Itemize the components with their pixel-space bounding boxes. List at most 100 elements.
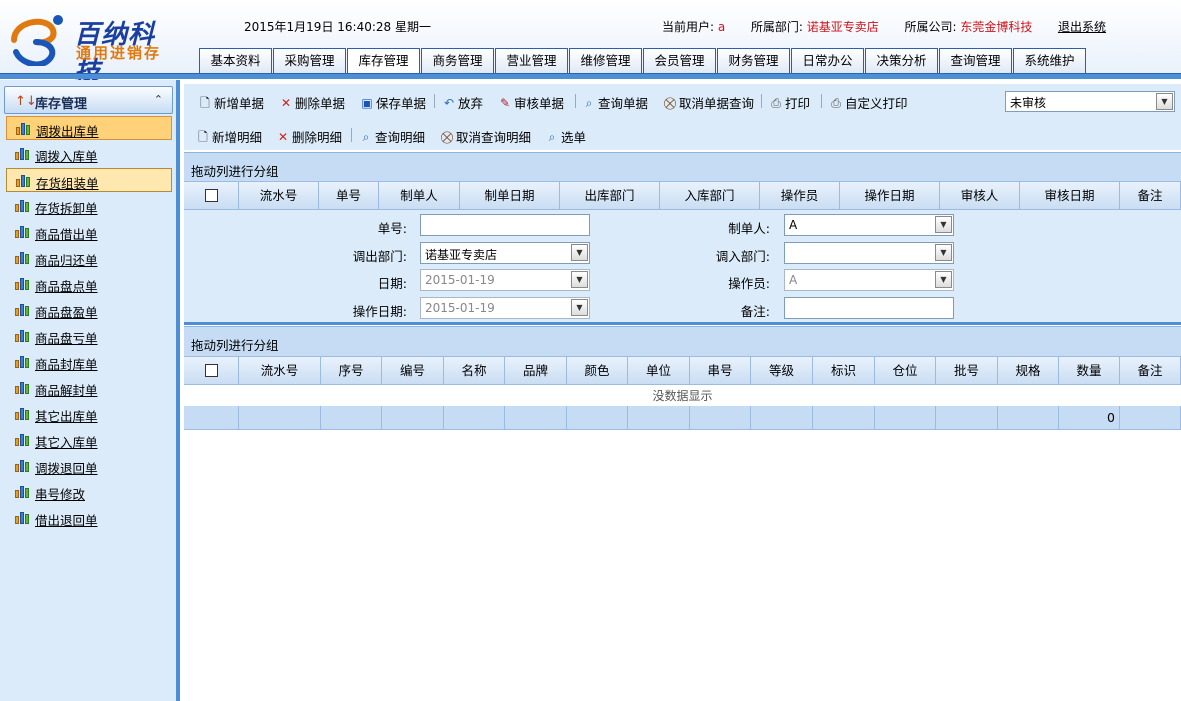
sidebar-item-13[interactable]: 调拨退回单 bbox=[6, 454, 172, 478]
header-col-9[interactable]: 审核日期 bbox=[1020, 182, 1120, 209]
detail-col-2[interactable]: 编号 bbox=[382, 357, 444, 384]
header-col-8[interactable]: 审核人 bbox=[940, 182, 1020, 209]
sidebar-item-15[interactable]: 借出退回单 bbox=[6, 506, 172, 530]
nav-tab-1[interactable]: 采购管理 bbox=[273, 48, 346, 73]
detail-col-8[interactable]: 等级 bbox=[751, 357, 813, 384]
sidebar-item-0[interactable]: 调拨出库单 bbox=[6, 116, 172, 140]
chevron-down-icon[interactable]: ▼ bbox=[571, 244, 588, 261]
cancel-query-button[interactable]: ⛒ 取消单据查询 bbox=[663, 93, 754, 112]
custom-print-button[interactable]: ⎙ 自定义打印 bbox=[829, 93, 907, 112]
nav-tab-2[interactable]: 库存管理 bbox=[347, 48, 420, 74]
cancel-query-icon: ⛒ bbox=[663, 95, 677, 110]
sidebar-header[interactable]: ↑↓ 库存管理 ⌃ bbox=[4, 86, 173, 114]
nav-tab-8[interactable]: 日常办公 bbox=[791, 48, 864, 73]
summary-cell bbox=[936, 406, 998, 429]
header-col-10[interactable]: 备注 bbox=[1120, 182, 1181, 209]
header-col-6[interactable]: 操作员 bbox=[760, 182, 840, 209]
nav-tab-11[interactable]: 系统维护 bbox=[1013, 48, 1086, 73]
nav-tab-10[interactable]: 查询管理 bbox=[939, 48, 1012, 73]
detail-col-10[interactable]: 仓位 bbox=[875, 357, 936, 384]
sidebar-item-8[interactable]: 商品盘亏单 bbox=[6, 324, 172, 348]
out-dept-select[interactable]: 诺基亚专卖店 ▼ bbox=[420, 242, 590, 264]
save-document-button[interactable]: ▣ 保存单据 bbox=[360, 93, 426, 112]
audit-status-select[interactable]: 未审核 ▼ bbox=[1005, 91, 1175, 112]
chevron-down-icon[interactable]: ▼ bbox=[935, 216, 952, 233]
in-dept-label: 调入部门: bbox=[715, 249, 770, 264]
sidebar-item-5[interactable]: 商品归还单 bbox=[6, 246, 172, 270]
detail-col-9[interactable]: 标识 bbox=[813, 357, 875, 384]
header-col-5[interactable]: 入库部门 bbox=[660, 182, 760, 209]
chevron-down-icon[interactable]: ▼ bbox=[1156, 93, 1173, 110]
chevron-down-icon[interactable]: ▼ bbox=[935, 271, 952, 288]
select-order-button[interactable]: ⌕ 选单 bbox=[545, 127, 586, 146]
detail-col-12[interactable]: 规格 bbox=[998, 357, 1059, 384]
date-picker[interactable]: 2015-01-19 ▼ bbox=[420, 269, 590, 291]
new-document-button[interactable]: 🗋 新增单据 bbox=[198, 93, 264, 112]
group-by-area[interactable]: 拖动列进行分组 bbox=[184, 152, 1181, 182]
detail-col-4[interactable]: 品牌 bbox=[505, 357, 567, 384]
nav-tab-6[interactable]: 会员管理 bbox=[643, 48, 716, 73]
print-button[interactable]: ⎙ 打印 bbox=[769, 93, 810, 112]
delete-document-button[interactable]: ✕ 删除单据 bbox=[279, 93, 345, 112]
maker-select[interactable]: A ▼ bbox=[784, 214, 954, 236]
header-col-4[interactable]: 出库部门 bbox=[560, 182, 660, 209]
detail-col-13[interactable]: 数量 bbox=[1059, 357, 1120, 384]
header-col-0[interactable]: 流水号 bbox=[239, 182, 319, 209]
nav-tab-9[interactable]: 决策分析 bbox=[865, 48, 938, 73]
sidebar-item-6[interactable]: 商品盘点单 bbox=[6, 272, 172, 296]
sidebar-item-7[interactable]: 商品盘盈单 bbox=[6, 298, 172, 322]
detail-col-1[interactable]: 序号 bbox=[321, 357, 382, 384]
operator-select[interactable]: A ▼ bbox=[784, 269, 954, 291]
header-col-7[interactable]: 操作日期 bbox=[840, 182, 940, 209]
nav-tab-7[interactable]: 财务管理 bbox=[717, 48, 790, 73]
nav-tab-3[interactable]: 商务管理 bbox=[421, 48, 494, 73]
nav-tab-0[interactable]: 基本资料 bbox=[199, 48, 272, 73]
sidebar-item-12[interactable]: 其它入库单 bbox=[6, 428, 172, 452]
detail-col-0[interactable]: 流水号 bbox=[239, 357, 321, 384]
header-col-2[interactable]: 制单人 bbox=[379, 182, 460, 209]
select-all-checkbox[interactable] bbox=[204, 189, 218, 202]
logout-link[interactable]: 退出系统 bbox=[1058, 20, 1106, 34]
audit-document-button[interactable]: ✎ 审核单据 bbox=[498, 93, 564, 112]
chevron-down-icon[interactable]: ▼ bbox=[571, 271, 588, 288]
op-date-picker[interactable]: 2015-01-19 ▼ bbox=[420, 297, 590, 319]
module-icon: ↑↓ bbox=[15, 94, 37, 109]
sidebar-item-2[interactable]: 存货组装单 bbox=[6, 168, 172, 192]
header-col-1[interactable]: 单号 bbox=[319, 182, 379, 209]
header-col-3[interactable]: 制单日期 bbox=[460, 182, 560, 209]
remark-input[interactable] bbox=[784, 297, 954, 319]
chevron-down-icon[interactable]: ▼ bbox=[571, 299, 588, 316]
nav-tab-5[interactable]: 维修管理 bbox=[569, 48, 642, 73]
collapse-chevron-icon[interactable]: ⌃ bbox=[154, 93, 163, 106]
detail-col-5[interactable]: 颜色 bbox=[567, 357, 628, 384]
new-detail-button[interactable]: 🗋 新增明细 bbox=[196, 127, 262, 146]
in-dept-select[interactable]: ▼ bbox=[784, 242, 954, 264]
summary-cell bbox=[751, 406, 813, 429]
delete-detail-button[interactable]: ✕ 删除明细 bbox=[276, 127, 342, 146]
sidebar-item-3[interactable]: 存货拆卸单 bbox=[6, 194, 172, 218]
header-select-all[interactable] bbox=[184, 182, 239, 209]
detail-col-7[interactable]: 串号 bbox=[690, 357, 751, 384]
detail-group-by-area[interactable]: 拖动列进行分组 bbox=[184, 326, 1181, 356]
query-detail-button[interactable]: ⌕ 查询明细 bbox=[359, 127, 425, 146]
chevron-down-icon[interactable]: ▼ bbox=[935, 244, 952, 261]
sidebar-item-14[interactable]: 串号修改 bbox=[6, 480, 172, 504]
sidebar-item-4[interactable]: 商品借出单 bbox=[6, 220, 172, 244]
select-all-checkbox[interactable] bbox=[204, 364, 218, 377]
nav-tab-4[interactable]: 营业管理 bbox=[495, 48, 568, 73]
detail-select-all[interactable] bbox=[184, 357, 239, 384]
cancel-query-detail-button[interactable]: ⛒ 取消查询明细 bbox=[440, 127, 531, 146]
sidebar-item-11[interactable]: 其它出库单 bbox=[6, 402, 172, 426]
sidebar-item-1[interactable]: 调拨入库单 bbox=[6, 142, 172, 166]
detail-col-11[interactable]: 批号 bbox=[936, 357, 998, 384]
report-chart-icon bbox=[16, 175, 32, 187]
order-no-input[interactable] bbox=[420, 214, 590, 236]
detail-col-3[interactable]: 名称 bbox=[444, 357, 505, 384]
discard-button[interactable]: ↶ 放弃 bbox=[442, 93, 483, 112]
detail-col-14[interactable]: 备注 bbox=[1120, 357, 1181, 384]
sidebar-item-10[interactable]: 商品解封单 bbox=[6, 376, 172, 400]
detail-col-6[interactable]: 单位 bbox=[628, 357, 690, 384]
company-value: 东莞金博科技 bbox=[960, 20, 1033, 34]
query-document-button[interactable]: ⌕ 查询单据 bbox=[582, 93, 648, 112]
sidebar-item-9[interactable]: 商品封库单 bbox=[6, 350, 172, 374]
